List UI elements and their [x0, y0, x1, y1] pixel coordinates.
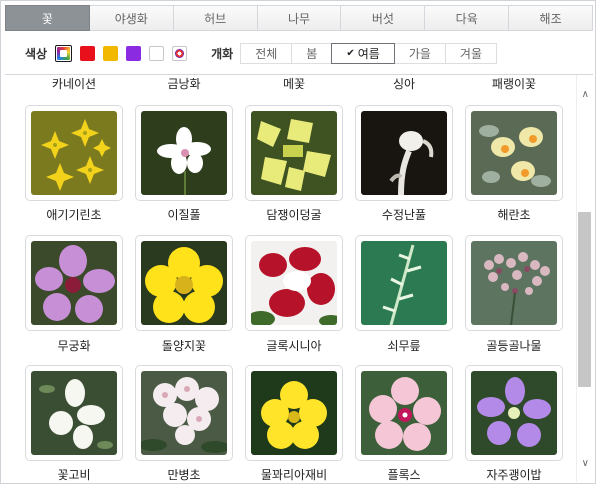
tab-seaweed[interactable]: 해조 — [509, 5, 594, 31]
tab-wildflower[interactable]: 야생화 — [89, 5, 174, 31]
tab-mushroom[interactable]: 버섯 — [341, 5, 426, 31]
flower-caption[interactable]: 메꽃 — [239, 75, 349, 92]
flower-caption[interactable]: 카네이션 — [19, 75, 129, 92]
color-swatch-all[interactable] — [55, 44, 73, 62]
flower-card-manbyeongcho[interactable] — [135, 365, 233, 461]
season-summer-label: 여름 — [357, 46, 380, 61]
flower-caption[interactable]: 자주괭이밥 — [459, 466, 569, 482]
color-swatch-purple[interactable] — [126, 45, 142, 61]
season-buttons: 전체 봄 ✔ 여름 가을 겨울 — [240, 42, 497, 64]
flower-photo — [31, 241, 117, 325]
flower-card-gloxinia[interactable] — [245, 235, 343, 331]
scrollbar-thumb[interactable] — [578, 212, 591, 387]
flower-photo — [251, 371, 337, 455]
flower-photo — [361, 241, 447, 325]
flower-photo — [471, 241, 557, 325]
color-swatch-red[interactable] — [80, 45, 96, 61]
flower-card-damjaengi-deonggul[interactable] — [245, 105, 343, 201]
flower-photo — [141, 241, 227, 325]
flower-card-jajugwaengibap[interactable] — [465, 365, 563, 461]
flower-caption[interactable]: 해란초 — [459, 206, 569, 223]
caption-row: 꽃고비 만병초 물꽈리아재비 플록스 자주괭이밥 — [5, 466, 575, 482]
season-summer-button[interactable]: ✔ 여름 — [331, 42, 395, 64]
category-tabs: 꽃 야생화 허브 나무 버섯 다육 해조 — [5, 5, 594, 31]
flower-photo — [251, 111, 337, 195]
season-spring-button[interactable]: 봄 — [291, 42, 333, 64]
season-filter-label: 개화 — [211, 46, 234, 61]
flower-card-haerancho[interactable] — [465, 105, 563, 201]
flower-caption[interactable]: 패랭이꽃 — [459, 75, 569, 92]
flower-photo — [361, 371, 447, 455]
flower-caption[interactable]: 골등골나물 — [459, 337, 569, 354]
flower-card-sujeongnanpul[interactable] — [355, 105, 453, 201]
flower-photo — [141, 371, 227, 455]
flower-card-soemureup[interactable] — [355, 235, 453, 331]
flower-photo — [471, 111, 557, 195]
flower-grid: 카네이션 금낭화 메꽃 싱아 패랭이꽃 애기기린초 이질풀 담쟁이덩굴 수정난풀… — [5, 74, 593, 482]
tab-succulent[interactable]: 다육 — [425, 5, 510, 31]
tab-herb[interactable]: 허브 — [173, 5, 258, 31]
flower-card-mugunghwa[interactable] — [25, 235, 123, 331]
filter-bar: 색상 개화 전체 봄 ✔ 여름 가을 겨울 — [5, 35, 593, 71]
flower-photo — [471, 371, 557, 455]
flower-caption[interactable]: 수정난풀 — [349, 206, 459, 223]
flower-caption[interactable]: 담쟁이덩굴 — [239, 206, 349, 223]
color-swatch-yellow[interactable] — [103, 45, 119, 61]
flower-caption[interactable]: 물꽈리아재비 — [239, 466, 349, 482]
season-winter-button[interactable]: 겨울 — [444, 42, 497, 64]
scroll-down-icon[interactable]: ∨ — [582, 458, 589, 469]
flower-caption[interactable]: 꽃고비 — [19, 466, 129, 482]
color-swatch-mixed[interactable] — [172, 45, 188, 61]
flower-caption[interactable]: 돌양지꽃 — [129, 337, 239, 354]
flower-caption[interactable]: 플록스 — [349, 466, 459, 482]
flower-caption[interactable]: 만병초 — [129, 466, 239, 482]
partial-caption-row: 카네이션 금낭화 메꽃 싱아 패랭이꽃 — [5, 75, 575, 91]
scroll-up-icon[interactable]: ∧ — [582, 89, 589, 100]
flower-card-kkotgobi[interactable] — [25, 365, 123, 461]
flower-photo — [251, 241, 337, 325]
tab-tree[interactable]: 나무 — [257, 5, 342, 31]
flower-caption[interactable]: 금낭화 — [129, 75, 239, 92]
color-filter-label: 색상 — [25, 46, 48, 61]
flower-card-aegi-girincho[interactable] — [25, 105, 123, 201]
flower-photo — [141, 111, 227, 195]
caption-row: 무궁화 돌양지꽃 글록시니아 쇠무릎 골등골나물 — [5, 337, 575, 353]
check-icon: ✔ — [346, 47, 355, 59]
flower-card-phlox[interactable] — [355, 365, 453, 461]
flower-photo — [361, 111, 447, 195]
flower-card-dolyangjikkot[interactable] — [135, 235, 233, 331]
flower-caption[interactable]: 쇠무릎 — [349, 337, 459, 354]
flower-caption[interactable]: 이질풀 — [129, 206, 239, 223]
flower-caption[interactable]: 글록시니아 — [239, 337, 349, 354]
flower-card-mulkkwari-ajaebi[interactable] — [245, 365, 343, 461]
flower-caption[interactable]: 싱아 — [349, 75, 459, 92]
flower-photo — [31, 111, 117, 195]
color-swatch-white[interactable] — [149, 45, 165, 61]
flower-browser-window: 꽃 야생화 허브 나무 버섯 다육 해조 색상 개화 전체 봄 ✔ 여름 가을 겨… — [0, 0, 596, 484]
vertical-scrollbar[interactable]: ∧ ∨ — [576, 75, 593, 482]
flower-caption[interactable]: 무궁화 — [19, 337, 129, 354]
caption-row: 애기기린초 이질풀 담쟁이덩굴 수정난풀 해란초 — [5, 206, 575, 222]
flower-photo — [31, 371, 117, 455]
flower-card-goldeung-golnamul[interactable] — [465, 235, 563, 331]
season-all-button[interactable]: 전체 — [240, 42, 293, 64]
tab-flower[interactable]: 꽃 — [5, 5, 90, 31]
season-autumn-button[interactable]: 가을 — [393, 42, 446, 64]
flower-caption[interactable]: 애기기린초 — [19, 206, 129, 223]
flower-card-ijilpul[interactable] — [135, 105, 233, 201]
